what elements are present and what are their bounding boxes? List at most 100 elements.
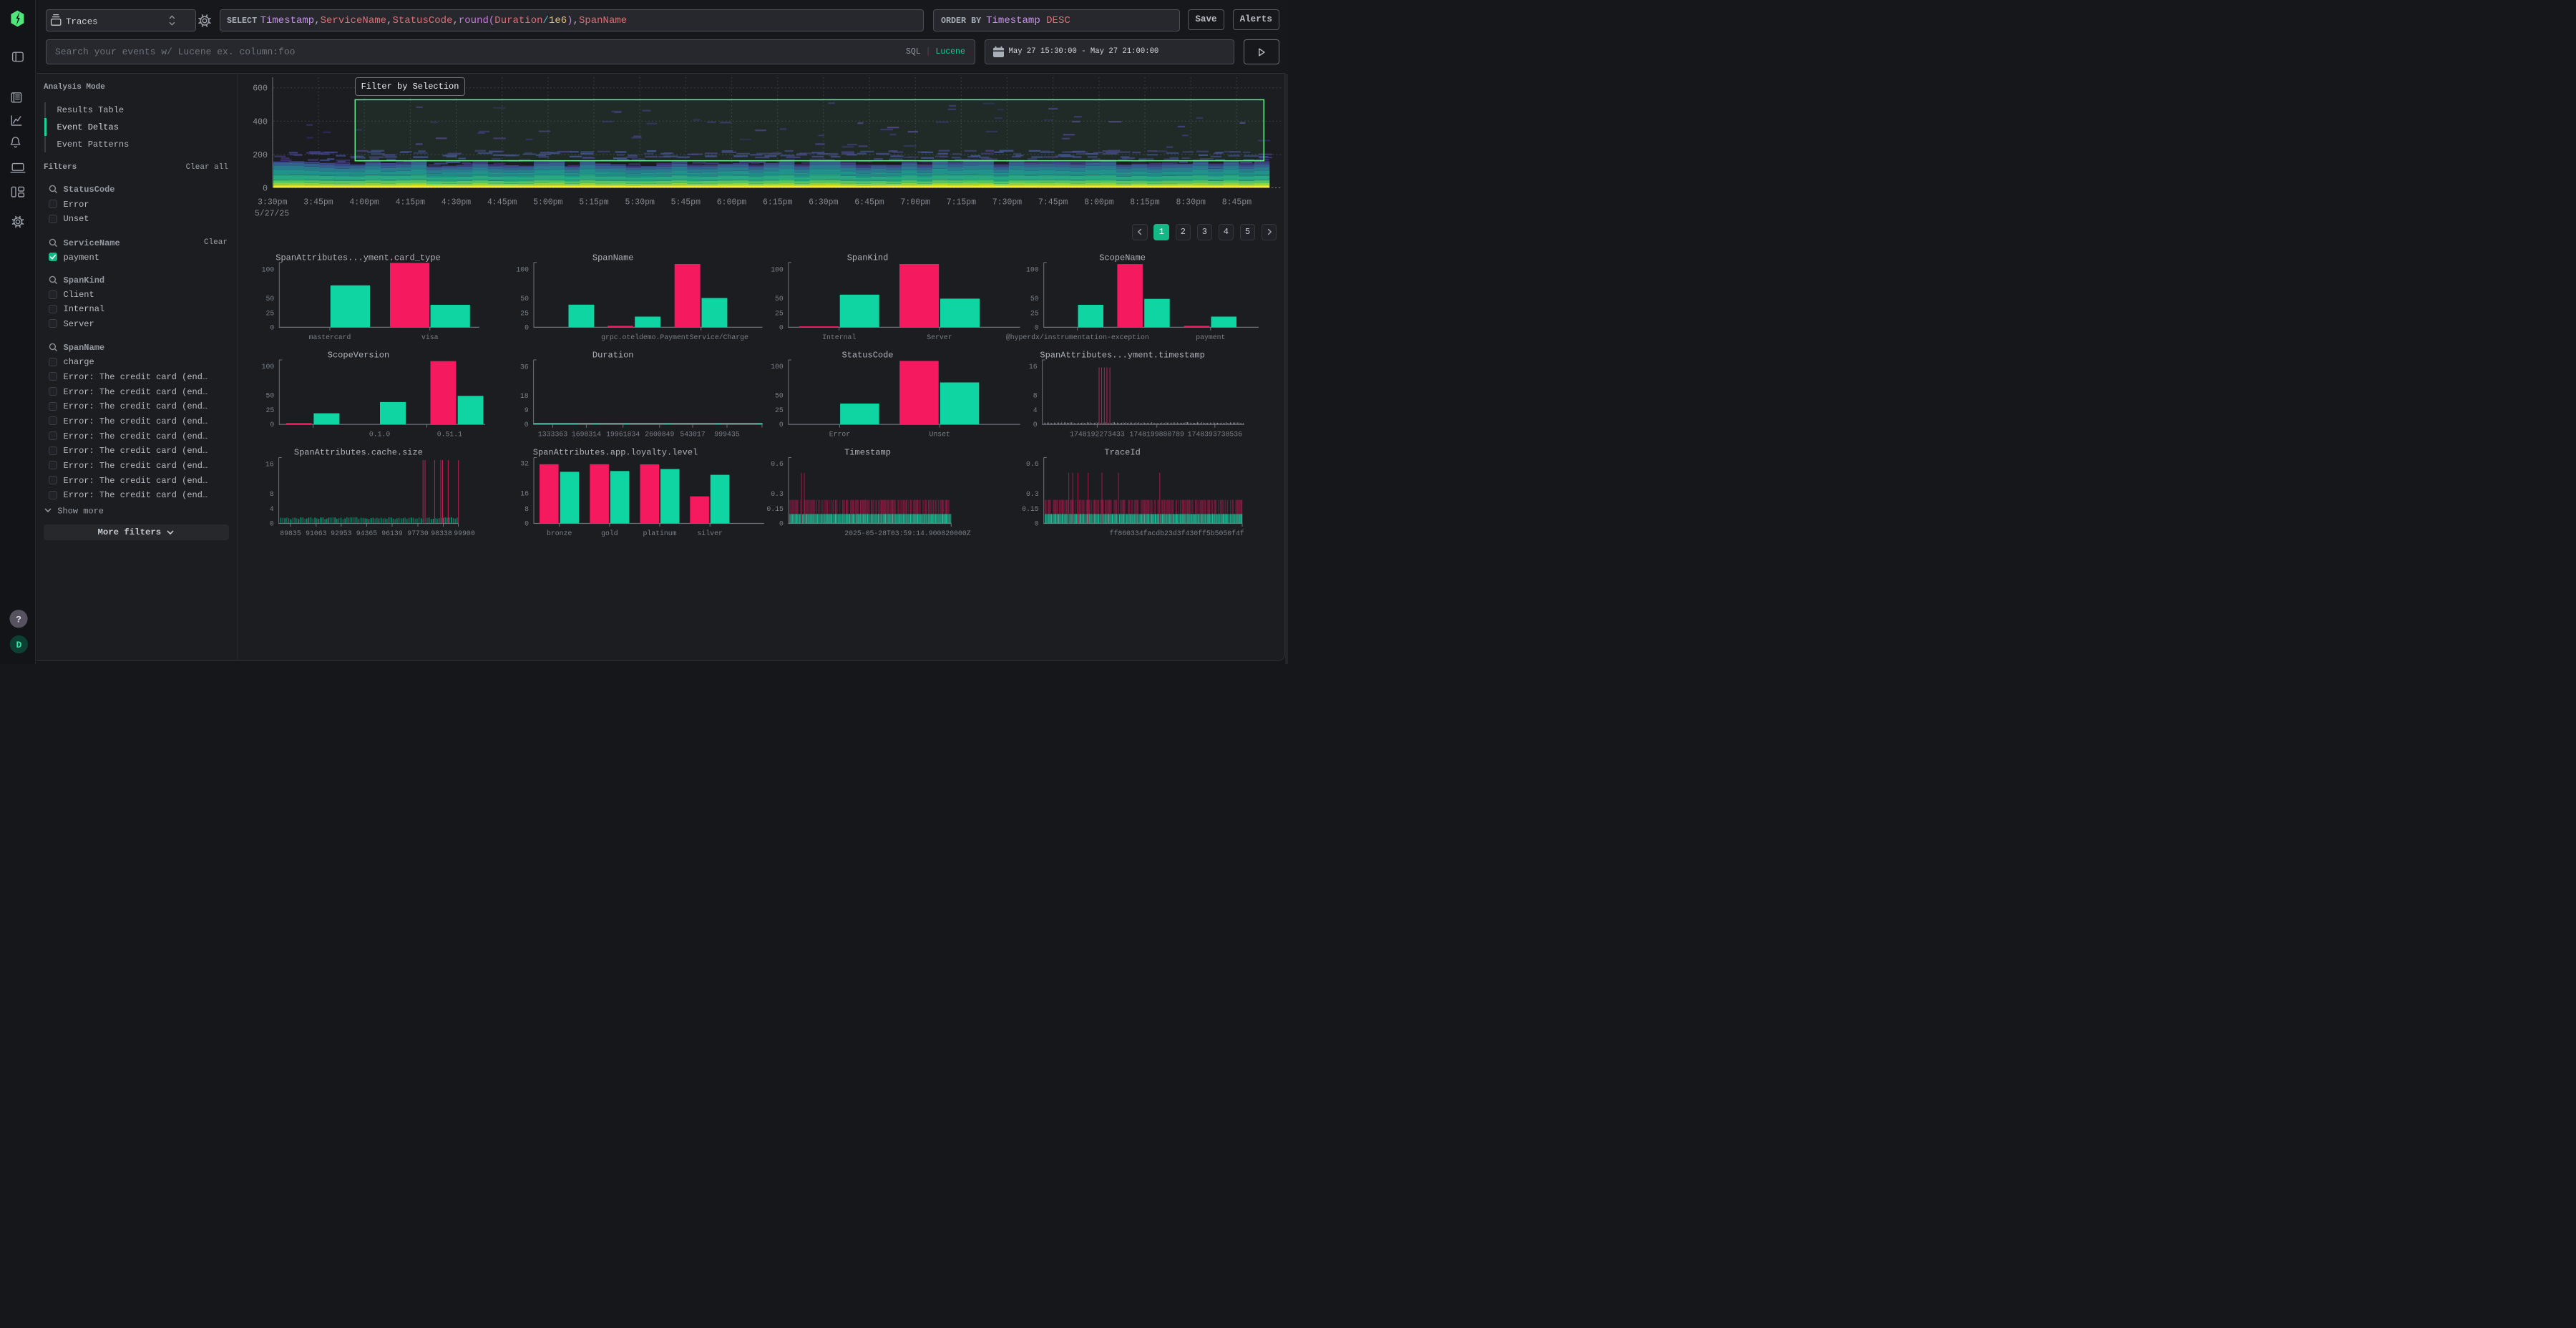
svg-text:StatusCode: StatusCode xyxy=(841,350,893,360)
svg-text:0: 0 xyxy=(1035,519,1039,527)
svg-text:91063: 91063 xyxy=(306,529,327,537)
svg-text:SpanAttributes.app.loyalty.lev: SpanAttributes.app.loyalty.level xyxy=(533,448,698,458)
svg-text:0: 0 xyxy=(263,185,268,194)
svg-text:visa: visa xyxy=(421,333,439,341)
svg-text:4:15pm: 4:15pm xyxy=(396,198,426,208)
svg-text:5:45pm: 5:45pm xyxy=(671,198,701,208)
svg-text:0.51.1: 0.51.1 xyxy=(437,431,462,439)
svg-text:SpanAttributes...yment.card_ty: SpanAttributes...yment.card_type xyxy=(275,253,440,263)
svg-text:0: 0 xyxy=(779,421,784,429)
svg-text:8:15pm: 8:15pm xyxy=(1130,198,1160,208)
svg-text:4: 4 xyxy=(270,505,274,513)
svg-text:7:15pm: 7:15pm xyxy=(947,198,977,208)
svg-text:89835: 89835 xyxy=(280,529,301,537)
svg-text:Error: Error xyxy=(829,431,850,439)
svg-text:6:00pm: 6:00pm xyxy=(717,198,747,208)
svg-text:8: 8 xyxy=(525,505,529,513)
svg-text:3:30pm: 3:30pm xyxy=(258,198,288,208)
svg-text:5:30pm: 5:30pm xyxy=(625,198,655,208)
svg-text:4: 4 xyxy=(1033,406,1038,414)
svg-text:0: 0 xyxy=(1033,421,1038,429)
svg-text:25: 25 xyxy=(775,309,784,317)
svg-text:1748199880789: 1748199880789 xyxy=(1129,431,1184,439)
svg-text:96139: 96139 xyxy=(381,529,403,537)
svg-text:5:15pm: 5:15pm xyxy=(579,198,609,208)
svg-text:16: 16 xyxy=(265,460,274,468)
svg-text:6:15pm: 6:15pm xyxy=(763,198,793,208)
svg-text:bronze: bronze xyxy=(547,529,572,537)
svg-text:5:00pm: 5:00pm xyxy=(533,198,563,208)
svg-text:7:30pm: 7:30pm xyxy=(992,198,1023,208)
svg-text:16: 16 xyxy=(1029,363,1038,371)
svg-text:grpc.oteldemo.PaymentService/C: grpc.oteldemo.PaymentService/Charge xyxy=(601,333,748,341)
svg-text:7:00pm: 7:00pm xyxy=(900,198,930,208)
svg-text:payment: payment xyxy=(1196,333,1225,341)
svg-text:50: 50 xyxy=(520,295,529,303)
svg-text:100: 100 xyxy=(262,265,275,273)
svg-text:D: D xyxy=(16,640,21,650)
svg-text:99900: 99900 xyxy=(454,529,475,537)
svg-text:8: 8 xyxy=(270,490,274,498)
svg-text:1698314: 1698314 xyxy=(572,431,601,439)
svg-text:0.6: 0.6 xyxy=(771,460,784,468)
svg-text:4:45pm: 4:45pm xyxy=(487,198,517,208)
svg-text:0: 0 xyxy=(270,323,274,331)
svg-text:6:30pm: 6:30pm xyxy=(809,198,839,208)
svg-text:25: 25 xyxy=(520,309,529,317)
svg-text:0: 0 xyxy=(270,519,274,527)
svg-text:94365: 94365 xyxy=(356,529,378,537)
svg-text:100: 100 xyxy=(771,363,784,371)
svg-text:0.3: 0.3 xyxy=(771,490,784,498)
svg-text:25: 25 xyxy=(266,309,275,317)
svg-text:8:30pm: 8:30pm xyxy=(1176,198,1206,208)
svg-text:0: 0 xyxy=(525,323,529,331)
svg-text:0.6: 0.6 xyxy=(1026,460,1039,468)
svg-text:2600849: 2600849 xyxy=(645,431,674,439)
svg-text:100: 100 xyxy=(1026,265,1039,273)
svg-text:36: 36 xyxy=(520,363,529,371)
svg-text:ff860334facdb23d3f430ff5b5050f: ff860334facdb23d3f430ff5b5050f4f xyxy=(1110,529,1244,537)
svg-text:TraceId: TraceId xyxy=(1104,448,1140,458)
svg-text:SpanKind: SpanKind xyxy=(847,253,889,263)
svg-text:0: 0 xyxy=(525,519,529,527)
svg-text:0: 0 xyxy=(1035,323,1039,331)
svg-text:92953: 92953 xyxy=(331,529,352,537)
svg-text:400: 400 xyxy=(253,117,268,127)
svg-text:silver: silver xyxy=(698,529,723,537)
svg-text:16: 16 xyxy=(520,490,529,498)
svg-text:19961834: 19961834 xyxy=(606,431,640,439)
svg-text:1748192273433: 1748192273433 xyxy=(1070,431,1125,439)
svg-text:50: 50 xyxy=(775,295,784,303)
svg-text:543017: 543017 xyxy=(680,431,705,439)
svg-text:100: 100 xyxy=(262,363,275,371)
svg-text:1748393738536: 1748393738536 xyxy=(1188,431,1243,439)
svg-text:6:45pm: 6:45pm xyxy=(854,198,884,208)
svg-text:0.3: 0.3 xyxy=(1026,490,1039,498)
svg-text:Internal: Internal xyxy=(822,333,856,341)
svg-text:4:30pm: 4:30pm xyxy=(441,198,472,208)
svg-text:97730: 97730 xyxy=(407,529,429,537)
svg-text:1333363: 1333363 xyxy=(538,431,567,439)
svg-text:7:45pm: 7:45pm xyxy=(1038,198,1068,208)
svg-text:50: 50 xyxy=(266,392,275,400)
svg-text:25: 25 xyxy=(775,406,784,414)
svg-text:0.15: 0.15 xyxy=(766,505,784,513)
svg-text:2025-05-28T03:59:14.900820000Z: 2025-05-28T03:59:14.900820000Z xyxy=(844,529,970,537)
svg-text:0: 0 xyxy=(779,323,784,331)
svg-text:platinum: platinum xyxy=(643,529,676,537)
svg-text:gold: gold xyxy=(601,529,618,537)
svg-text:50: 50 xyxy=(775,392,784,400)
svg-text:SpanName: SpanName xyxy=(592,253,634,263)
svg-text:Server: Server xyxy=(927,333,952,341)
svg-text:?: ? xyxy=(16,614,21,625)
svg-text:Duration: Duration xyxy=(592,350,634,360)
svg-text:5/27/25: 5/27/25 xyxy=(255,210,289,219)
svg-text:18: 18 xyxy=(520,392,529,400)
svg-text:8: 8 xyxy=(1033,392,1038,400)
svg-text:0: 0 xyxy=(270,421,274,429)
svg-text:SpanAttributes...yment.timesta: SpanAttributes...yment.timestamp xyxy=(1040,350,1204,360)
svg-text:0: 0 xyxy=(525,421,529,429)
svg-text:8:45pm: 8:45pm xyxy=(1222,198,1252,208)
svg-text:50: 50 xyxy=(1030,295,1039,303)
svg-text:Timestamp: Timestamp xyxy=(844,448,891,458)
